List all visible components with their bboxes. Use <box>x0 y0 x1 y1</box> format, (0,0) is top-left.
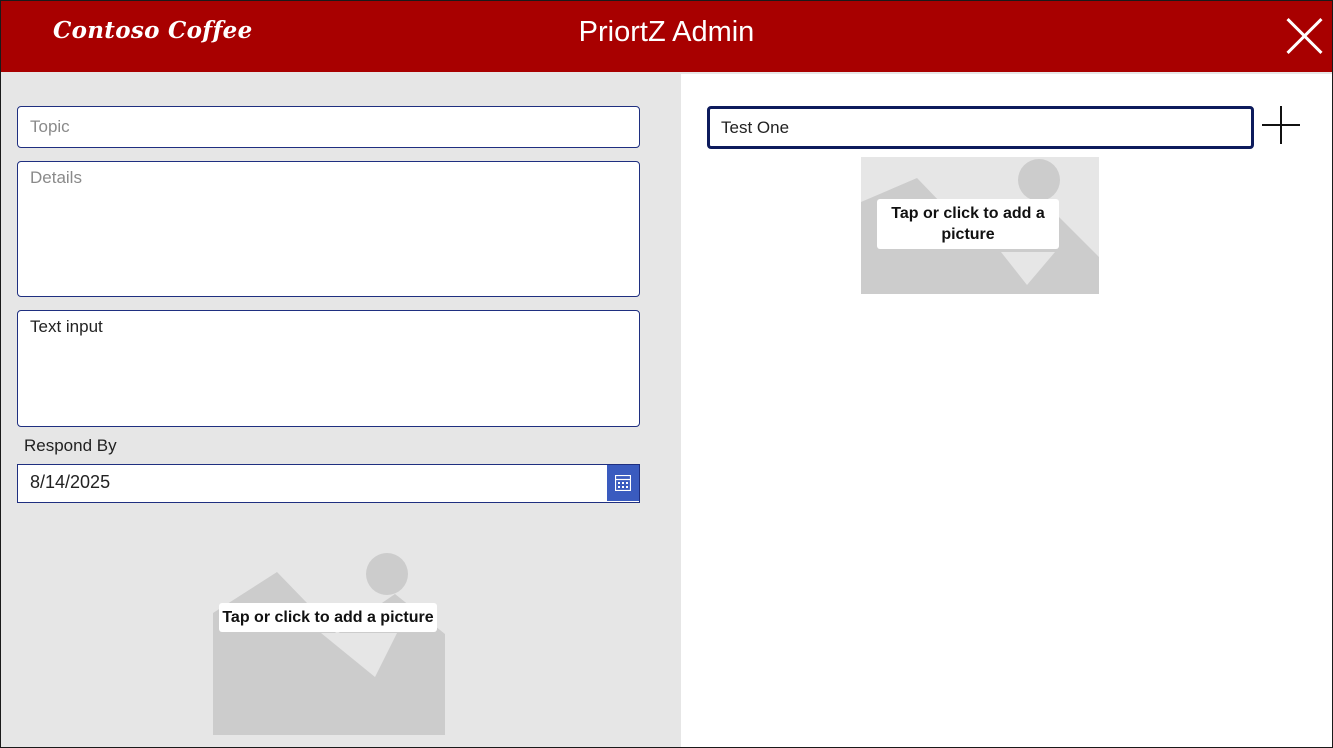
page-title: PriortZ Admin <box>578 16 755 48</box>
text-input[interactable]: Text input <box>17 310 640 427</box>
respond-by-label: Respond By <box>24 436 117 455</box>
details-input[interactable] <box>17 161 640 297</box>
add-picture-placeholder[interactable]: Tap or click to add a picture <box>213 503 445 735</box>
plus-icon[interactable] <box>1262 106 1300 144</box>
close-icon[interactable] <box>1284 16 1324 56</box>
header-bar: Contoso Coffee PriortZ Admin <box>1 1 1332 72</box>
respond-by-date-picker[interactable]: 8/14/2025 <box>17 464 640 503</box>
add-picture-placeholder-right[interactable]: Tap or click to add a picture <box>861 157 1099 294</box>
search-input[interactable] <box>707 106 1254 149</box>
app-screen: Contoso Coffee PriortZ Admin Text input … <box>0 0 1333 748</box>
respond-by-date-value: 8/14/2025 <box>30 472 111 492</box>
calendar-button[interactable] <box>607 465 639 501</box>
add-picture-label: Tap or click to add a picture <box>877 199 1059 249</box>
topic-input[interactable] <box>17 106 640 148</box>
calendar-icon <box>615 475 631 491</box>
add-picture-label: Tap or click to add a picture <box>219 603 437 632</box>
